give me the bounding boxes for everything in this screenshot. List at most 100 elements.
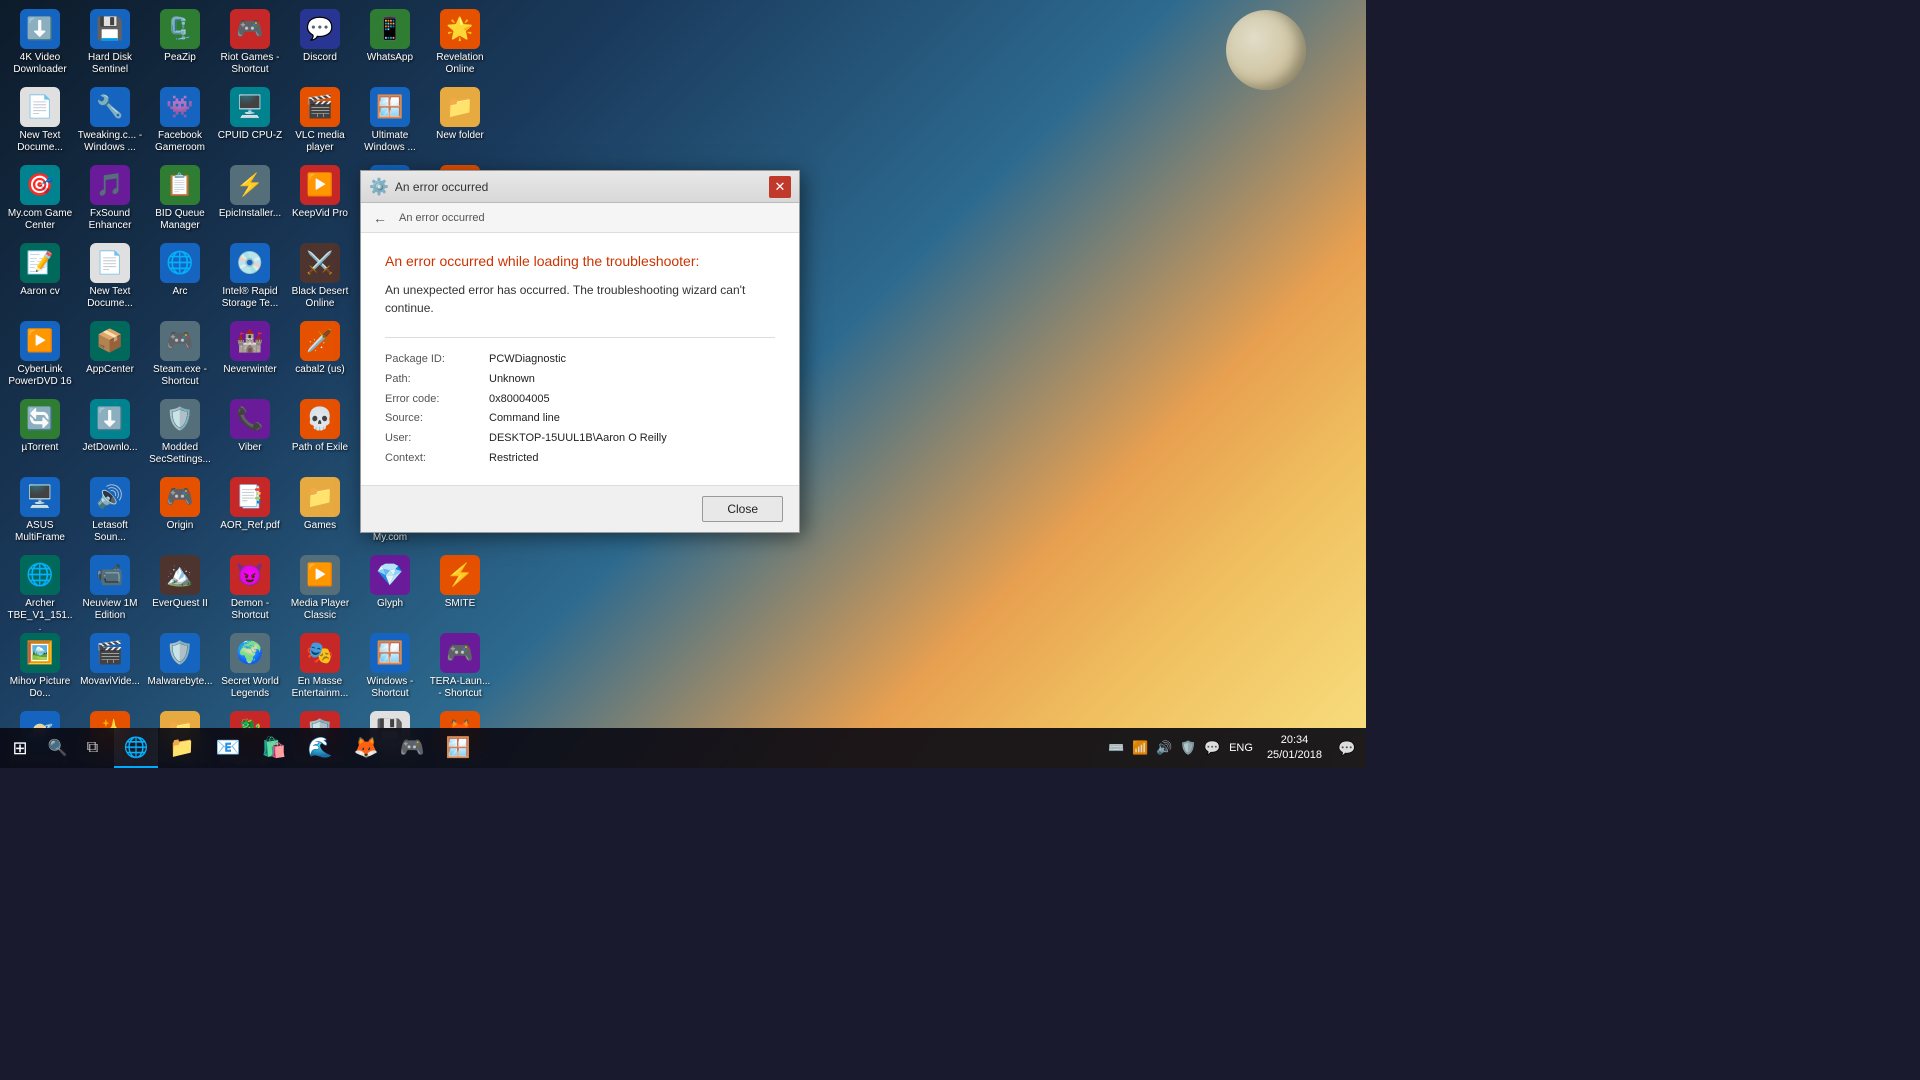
search-button[interactable]: 🔍: [40, 728, 75, 768]
desktop-icon-windows-shortcut[interactable]: 🪟Windows - Shortcut: [355, 629, 425, 707]
desktop-icon-jetdownloads[interactable]: ⬇️JetDownlo...: [75, 395, 145, 473]
desktop-icon-mycom-game-center[interactable]: 🎯My.com Game Center: [5, 161, 75, 239]
desktop-icon-fxsound[interactable]: 🎵FxSound Enhancer: [75, 161, 145, 239]
desktop-icon-smite[interactable]: ⚡SMITE: [425, 551, 495, 629]
close-button[interactable]: Close: [702, 496, 783, 522]
desktop-icon-en-masse[interactable]: 🎭En Masse Entertainm...: [285, 629, 355, 707]
desktop-icon-ultimate-windows[interactable]: 🪟Ultimate Windows ...: [355, 83, 425, 161]
desktop-icon-black-desert[interactable]: ⚔️Black Desert Online: [285, 239, 355, 317]
icon-label-aor-ref: AOR_Ref.pdf: [220, 520, 279, 532]
dialog-error-title: An error occurred while loading the trou…: [385, 253, 775, 269]
icon-image-archer-tbe: 🌐: [20, 555, 60, 595]
taskbar-pin-game[interactable]: 🎮: [390, 728, 434, 768]
desktop-icon-cpuid[interactable]: 🖥️ CPUID CPU-Z: [215, 83, 285, 161]
desktop-icon-games[interactable]: 📁Games: [285, 473, 355, 551]
desktop-icon-revelation-online[interactable]: 🌟Revelation Online: [425, 5, 495, 83]
desktop-icon-demon-shortcut[interactable]: 😈Demon - Shortcut: [215, 551, 285, 629]
desktop-icon-tera-launcher[interactable]: 🎮TERA-Laun... - Shortcut: [425, 629, 495, 707]
desktop-icon-aor-ref[interactable]: 📑AOR_Ref.pdf: [215, 473, 285, 551]
start-button[interactable]: ⊞: [0, 728, 40, 768]
desktop-icon-secret-world[interactable]: 🌍Secret World Legends: [215, 629, 285, 707]
icon-label-origin: Origin: [167, 520, 194, 532]
icon-image-facebook-gameroom: 👾: [160, 87, 200, 127]
detail-row-user: User: DESKTOP-15UUL1B\Aaron O Reilly: [385, 429, 775, 449]
detail-row-path: Path: Unknown: [385, 370, 775, 390]
icon-label-neuview-1m: Neuview 1M Edition: [77, 598, 143, 622]
desktop-icon-appcenter[interactable]: 📦AppCenter: [75, 317, 145, 395]
icon-label-cpuid: CPUID CPU-Z: [218, 130, 282, 142]
desktop-icon-malwarebytes[interactable]: 🛡️Malwarebyte...: [145, 629, 215, 707]
taskbar-pin-chrome[interactable]: 🌊: [298, 728, 342, 768]
desktop-icon-new-folder1[interactable]: 📁New folder: [425, 83, 495, 161]
tray-security[interactable]: 🛡️: [1177, 728, 1199, 768]
desktop-icon-mihov-picture[interactable]: 🖼️Mihov Picture Do...: [5, 629, 75, 707]
desktop-icon-cyberlink[interactable]: ▶️CyberLink PowerDVD 16: [5, 317, 75, 395]
desktop-icon-viber[interactable]: 📞Viber: [215, 395, 285, 473]
desktop-icon-cabal2[interactable]: 🗡️cabal2 (us): [285, 317, 355, 395]
desktop-icon-path-of-exile[interactable]: 💀Path of Exile: [285, 395, 355, 473]
path-value: Unknown: [489, 370, 775, 390]
icon-label-4k-video: 4K Video Downloader: [7, 52, 73, 76]
desktop-icon-movavi-video[interactable]: 🎬MovaviVide...: [75, 629, 145, 707]
desktop-icon-letasoft[interactable]: 🔊Letasoft Soun...: [75, 473, 145, 551]
desktop-icon-riot-games[interactable]: 🎮Riot Games - Shortcut: [215, 5, 285, 83]
desktop-icon-new-text-doc[interactable]: 📄New Text Docume...: [5, 83, 75, 161]
icon-label-windows-shortcut: Windows - Shortcut: [357, 676, 423, 700]
taskbar-pin-firefox[interactable]: 🦊: [344, 728, 388, 768]
notification-button[interactable]: 💬: [1332, 728, 1362, 768]
desktop-icon-peazip[interactable]: 🗜️PeaZip: [145, 5, 215, 83]
desktop-icon-aaron-cv[interactable]: 📝Aaron cv: [5, 239, 75, 317]
tray-message[interactable]: 💬: [1201, 728, 1223, 768]
desktop-icon-asus-multiframe[interactable]: 🖥️ASUS MultiFrame: [5, 473, 75, 551]
desktop-icon-archer-tbe[interactable]: 🌐Archer TBE_V1_151...: [5, 551, 75, 629]
desktop-icon-facebook-gameroom[interactable]: 👾 Facebook Gameroom: [145, 83, 215, 161]
desktop-icon-modded-secsettings[interactable]: 🛡️Modded SecSettings...: [145, 395, 215, 473]
desktop-icon-utorrent[interactable]: 🔄µTorrent: [5, 395, 75, 473]
taskbar-pin-explorer[interactable]: 📁: [160, 728, 204, 768]
desktop-icon-vlc-media[interactable]: 🎬VLC media player: [285, 83, 355, 161]
desktop-icon-epic-installer[interactable]: ⚡EpicInstaller...: [215, 161, 285, 239]
tray-keyboard[interactable]: ⌨️: [1105, 728, 1127, 768]
desktop-icon-hard-disk-sentinel[interactable]: 💾Hard Disk Sentinel: [75, 5, 145, 83]
dialog-close-button[interactable]: ✕: [769, 176, 791, 198]
tray-sound[interactable]: 🔊: [1153, 728, 1175, 768]
icon-label-discord: Discord: [303, 52, 337, 64]
desktop-icon-origin[interactable]: 🎮Origin: [145, 473, 215, 551]
desktop-icon-bid-queue[interactable]: 📋BID Queue Manager: [145, 161, 215, 239]
desktop-icon-everquest2[interactable]: 🏔️EverQuest II: [145, 551, 215, 629]
dialog-nav: ← An error occurred: [361, 203, 799, 233]
taskbar-pin-edge[interactable]: 🌐: [114, 728, 158, 768]
icon-image-cpuid: 🖥️: [230, 87, 270, 127]
icon-image-utorrent: 🔄: [20, 399, 60, 439]
desktop-icon-intel-rapid[interactable]: 💿Intel® Rapid Storage Te...: [215, 239, 285, 317]
taskbar-pin-store[interactable]: 🛍️: [252, 728, 296, 768]
desktop-icon-new-text-doc2[interactable]: 📄New Text Docume...: [75, 239, 145, 317]
icon-image-games: 📁: [300, 477, 340, 517]
taskbar-pin-win[interactable]: 🪟: [436, 728, 480, 768]
dialog-back-button[interactable]: ←: [369, 207, 391, 229]
desktop-icon-glyph[interactable]: 💎Glyph: [355, 551, 425, 629]
tray-network[interactable]: 📶: [1129, 728, 1151, 768]
icon-image-new-text-doc: 📄: [20, 87, 60, 127]
task-view-button[interactable]: ⧉: [75, 728, 110, 768]
desktop-icon-neverwinter[interactable]: 🏰Neverwinter: [215, 317, 285, 395]
icon-image-bid-queue: 📋: [160, 165, 200, 205]
icon-label-secret-world: Secret World Legends: [217, 676, 283, 700]
system-clock[interactable]: 20:34 25/01/2018: [1259, 728, 1330, 768]
icon-label-facebook-gameroom: Facebook Gameroom: [147, 130, 213, 154]
desktop-icon-discord[interactable]: 💬Discord: [285, 5, 355, 83]
icon-image-new-text-doc2: 📄: [90, 243, 130, 283]
desktop-icon-arc[interactable]: 🌐Arc: [145, 239, 215, 317]
desktop-icon-neuview-1m[interactable]: 📹Neuview 1M Edition: [75, 551, 145, 629]
desktop-icon-steam-shortcut[interactable]: 🎮Steam.exe - Shortcut: [145, 317, 215, 395]
icon-label-mihov-picture: Mihov Picture Do...: [7, 676, 73, 700]
language-indicator[interactable]: ENG: [1225, 742, 1257, 754]
desktop-icon-tweaking[interactable]: 🔧Tweaking.c... - Windows ...: [75, 83, 145, 161]
desktop-icon-4k-video[interactable]: ⬇️4K Video Downloader: [5, 5, 75, 83]
icon-image-everquest2: 🏔️: [160, 555, 200, 595]
desktop-icon-whatsapp[interactable]: 📱WhatsApp: [355, 5, 425, 83]
desktop-icon-keepvid-pro[interactable]: ▶️KeepVid Pro: [285, 161, 355, 239]
desktop-icon-media-player[interactable]: ▶️Media Player Classic: [285, 551, 355, 629]
error-dialog[interactable]: ⚙️ An error occurred ✕ ← An error occurr…: [360, 170, 800, 533]
taskbar-pin-mail[interactable]: 📧: [206, 728, 250, 768]
